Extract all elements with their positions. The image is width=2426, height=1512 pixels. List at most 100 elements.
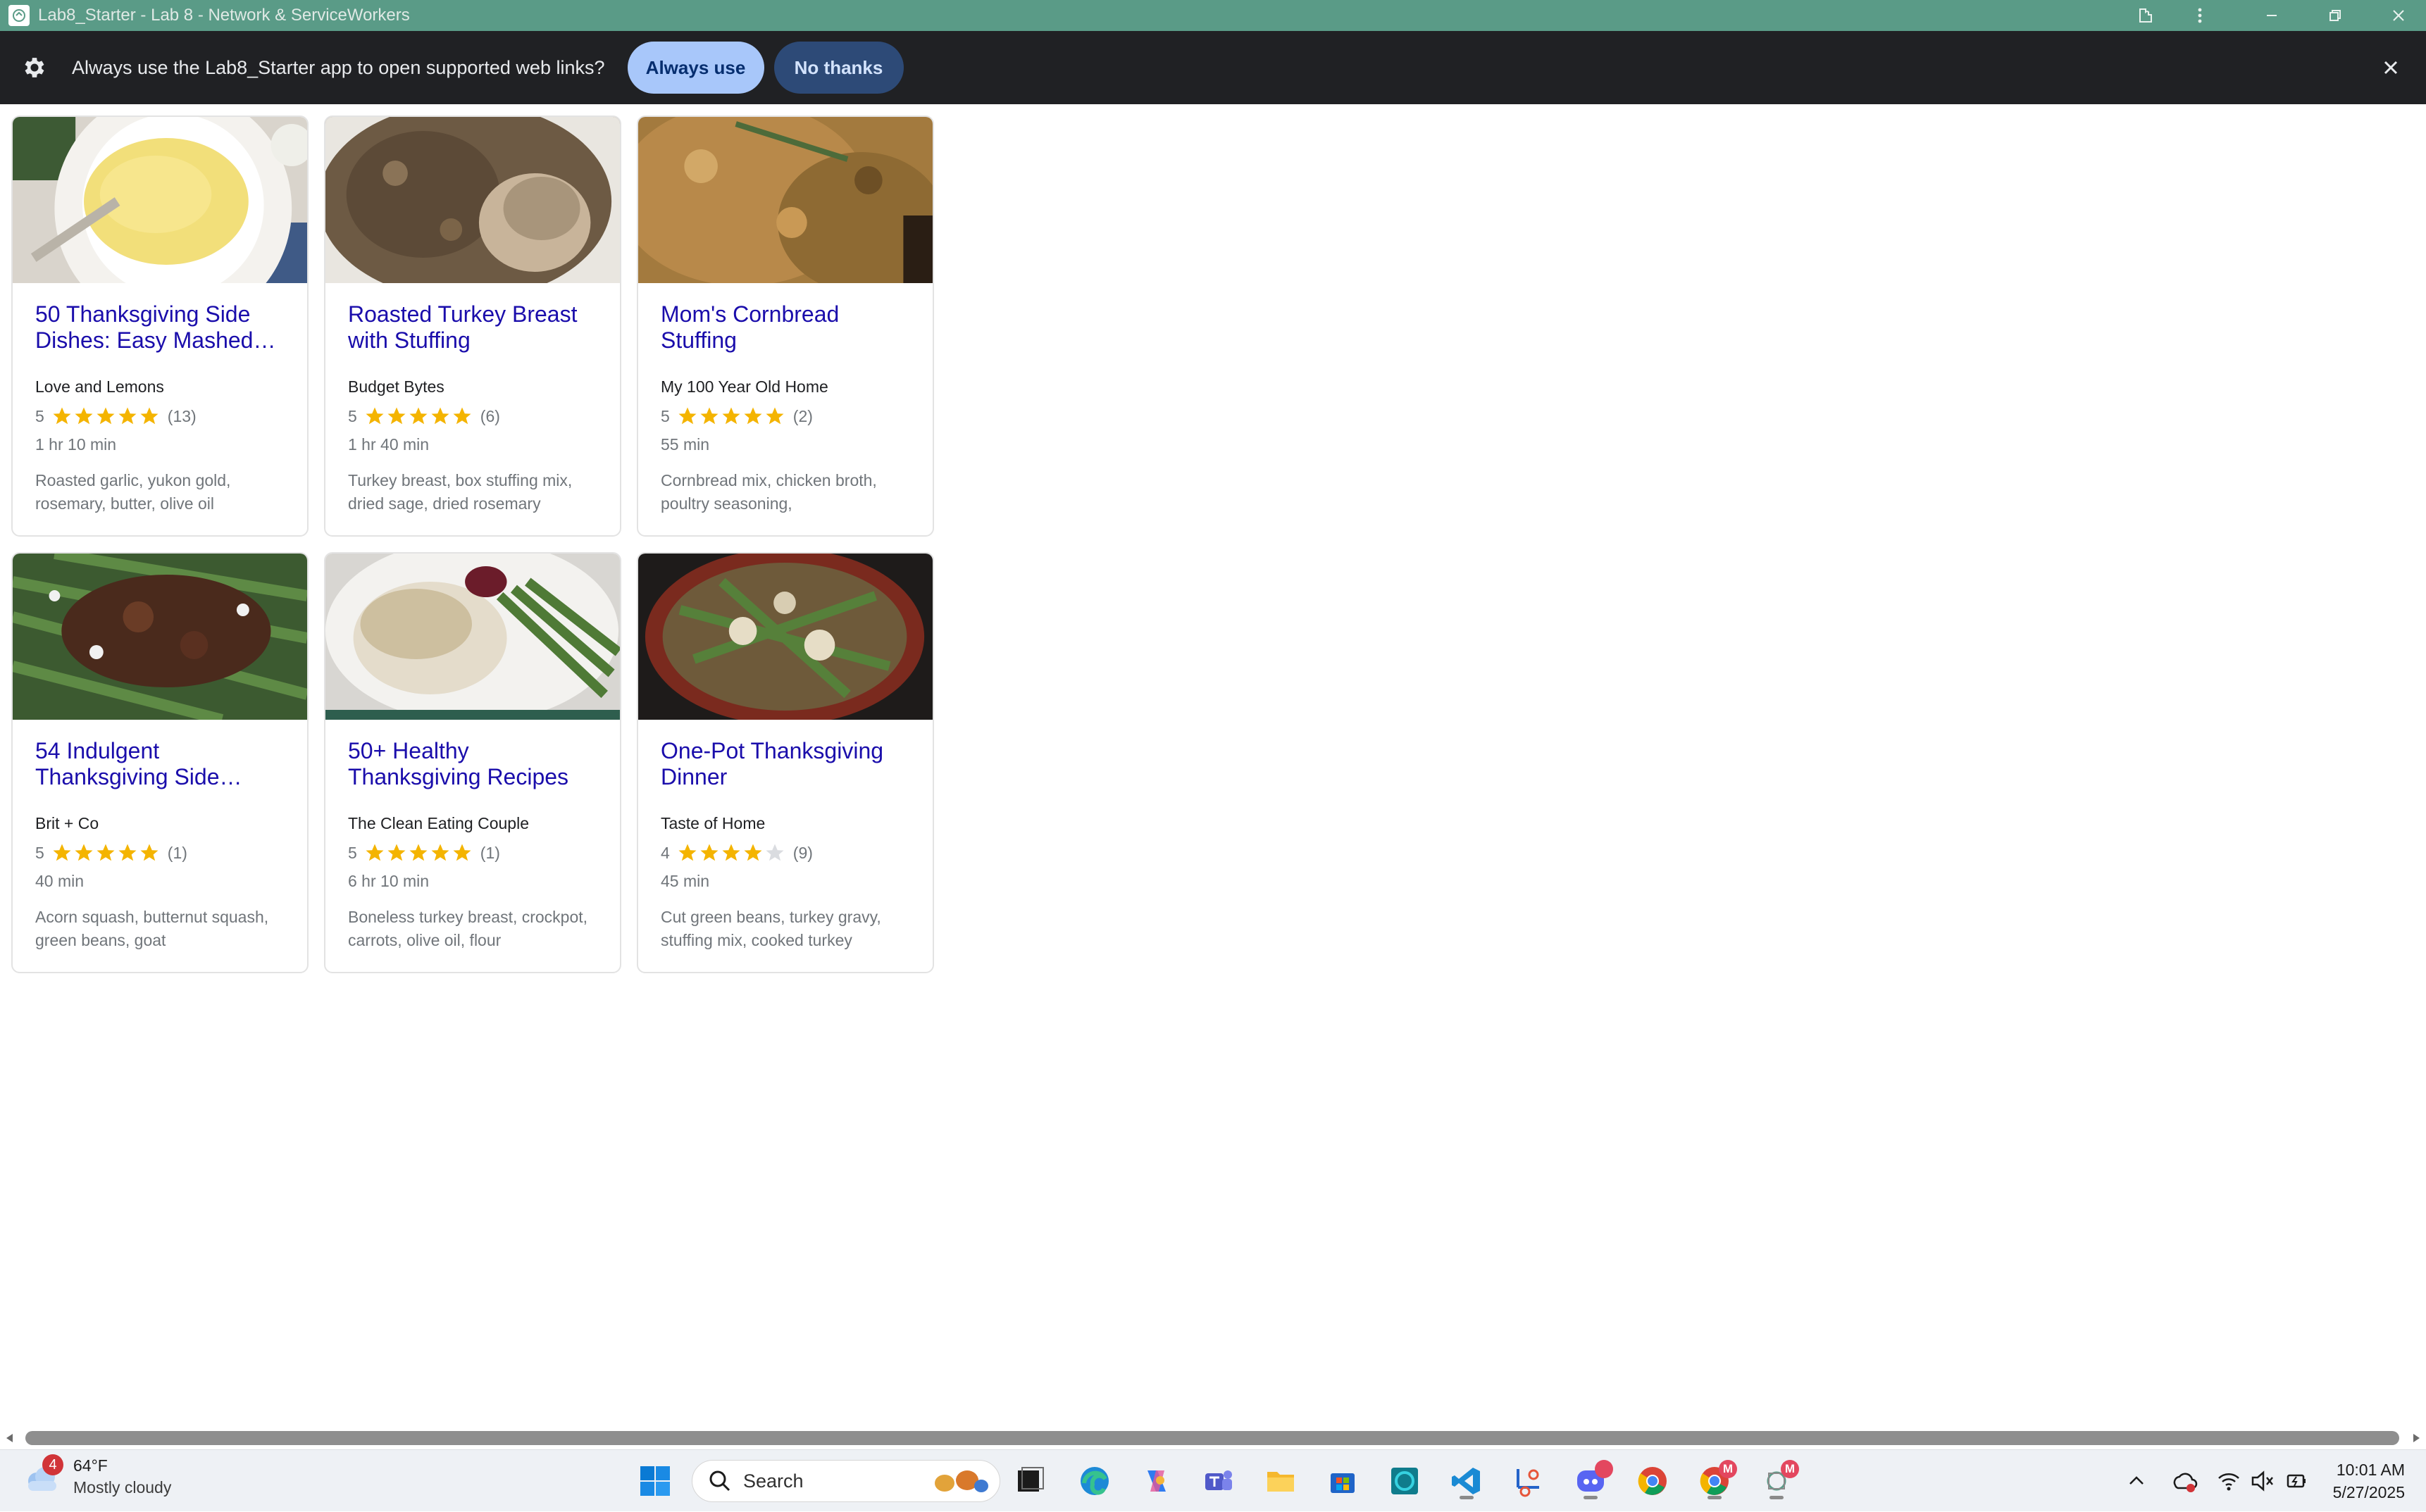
- star-filled-icon: [387, 407, 406, 425]
- copilot-icon[interactable]: [1137, 1461, 1176, 1501]
- onedrive-icon[interactable]: [2170, 1467, 2198, 1495]
- close-window-icon[interactable]: [2368, 0, 2426, 31]
- search-icon: [709, 1470, 730, 1492]
- star-filled-icon: [75, 407, 93, 425]
- restore-icon[interactable]: [2305, 0, 2365, 31]
- star-rating: [51, 842, 161, 863]
- recipe-card[interactable]: 50 Thanksgiving Side Dishes: Easy Mashed…: [11, 115, 309, 537]
- no-thanks-button[interactable]: No thanks: [773, 42, 904, 94]
- battery-icon[interactable]: [2284, 1468, 2309, 1494]
- volume-muted-icon[interactable]: [2250, 1468, 2275, 1494]
- recipe-card[interactable]: Roasted Turkey Breast with Stuffing Budg…: [324, 115, 621, 537]
- snipping-tool-icon[interactable]: [1509, 1461, 1548, 1501]
- app-circle-icon[interactable]: [1385, 1461, 1424, 1501]
- recipe-card[interactable]: Mom's Cornbread Stuffing My 100 Year Old…: [637, 115, 934, 537]
- recipe-source: My 100 Year Old Home: [661, 377, 828, 396]
- star-rating: [364, 842, 473, 863]
- star-filled-icon: [431, 844, 449, 861]
- minimize-icon[interactable]: [2241, 0, 2302, 31]
- active-indicator: [1584, 1496, 1598, 1499]
- recipe-rating: 5 (6): [348, 406, 500, 427]
- teams-icon[interactable]: [1199, 1461, 1238, 1501]
- scrollbar-thumb[interactable]: [25, 1431, 2399, 1445]
- star-filled-icon: [722, 844, 740, 861]
- recipe-title[interactable]: One-Pot Thanksgiving Dinner: [661, 738, 916, 790]
- recipe-source: Taste of Home: [661, 814, 766, 832]
- recipe-time: 55 min: [661, 435, 710, 454]
- rating-value: 4: [661, 843, 670, 862]
- task-view-icon[interactable]: [1010, 1461, 1050, 1501]
- microsoft-store-icon[interactable]: [1323, 1461, 1362, 1501]
- recipe-card[interactable]: 50+ Healthy Thanksgiving Recipes The Cle…: [324, 552, 621, 973]
- system-tray: [2126, 1450, 2309, 1512]
- taskbar: 4 64°F Mostly cloudy Search M M 10:01 AM…: [0, 1449, 2426, 1511]
- recipe-image-mashed-potatoes: [13, 117, 307, 283]
- review-count: (6): [480, 406, 500, 425]
- rating-value: 5: [35, 406, 44, 425]
- lab8-app-icon[interactable]: M: [1757, 1460, 1799, 1501]
- infobar-message: Always use the Lab8_Starter app to open …: [72, 56, 605, 78]
- extensions-icon[interactable]: [2115, 0, 2175, 31]
- star-filled-icon: [700, 844, 719, 861]
- window-title: Lab8_Starter - Lab 8 - Network & Service…: [38, 6, 410, 25]
- star-rating: [51, 406, 161, 427]
- discord-icon[interactable]: [1571, 1460, 1613, 1501]
- always-use-button[interactable]: Always use: [627, 42, 764, 94]
- close-infobar-icon[interactable]: [2375, 52, 2406, 83]
- recipe-image-cornbread-stuffing: [638, 117, 933, 283]
- profile-badge: M: [1719, 1460, 1737, 1478]
- recipe-source: The Clean Eating Couple: [348, 814, 529, 832]
- recipe-ingredients: Roasted garlic, yukon gold, rosemary, bu…: [35, 471, 231, 513]
- recipe-ingredients: Acorn squash, butternut squash, green be…: [35, 908, 269, 949]
- weather-widget[interactable]: 4 64°F Mostly cloudy: [21, 1454, 171, 1498]
- star-filled-icon: [118, 844, 137, 861]
- wifi-icon[interactable]: [2216, 1468, 2241, 1494]
- gear-icon: [25, 58, 44, 77]
- recipe-rating: 4 (9): [661, 842, 813, 863]
- scroll-right-icon[interactable]: [2411, 1432, 2422, 1444]
- weather-alert-badge: 4: [42, 1454, 63, 1475]
- star-filled-icon: [431, 407, 449, 425]
- chevron-up-icon[interactable]: [2126, 1470, 2147, 1492]
- scroll-left-icon[interactable]: [4, 1432, 15, 1444]
- recipe-title[interactable]: Mom's Cornbread Stuffing: [661, 301, 916, 354]
- chrome-profile-icon[interactable]: M: [1695, 1460, 1737, 1501]
- windows-start-icon[interactable]: [635, 1461, 675, 1501]
- rating-value: 5: [348, 406, 357, 425]
- edge-icon[interactable]: [1075, 1461, 1114, 1501]
- review-count: (13): [167, 406, 197, 425]
- recipe-source: Love and Lemons: [35, 377, 164, 396]
- active-indicator: [1769, 1496, 1784, 1499]
- vscode-icon[interactable]: [1447, 1461, 1486, 1501]
- recipe-image-one-pot-dinner: [638, 554, 933, 720]
- star-filled-icon: [744, 844, 762, 861]
- recipe-title[interactable]: 54 Indulgent Thanksgiving Side…: [35, 738, 290, 790]
- recipe-ingredients: Cut green beans, turkey gravy, stuffing …: [661, 908, 881, 949]
- star-rating: [677, 842, 786, 863]
- recipe-title[interactable]: 50 Thanksgiving Side Dishes: Easy Mashed…: [35, 301, 290, 354]
- recipe-title[interactable]: 50+ Healthy Thanksgiving Recipes: [348, 738, 603, 790]
- rating-value: 5: [35, 843, 44, 862]
- chrome-icon[interactable]: [1633, 1461, 1672, 1501]
- window-title-bar: Lab8_Starter - Lab 8 - Network & Service…: [0, 0, 2426, 31]
- review-count: (1): [480, 843, 500, 862]
- system-clock[interactable]: 10:01 AM 5/27/2025: [2333, 1458, 2405, 1504]
- more-options-icon[interactable]: [2170, 0, 2230, 31]
- star-filled-icon: [97, 407, 115, 425]
- search-label: Search: [743, 1470, 804, 1492]
- taskbar-search[interactable]: Search: [692, 1460, 1000, 1502]
- file-explorer-icon[interactable]: [1261, 1461, 1300, 1501]
- recipe-ingredients: Turkey breast, box stuffing mix, dried s…: [348, 471, 573, 513]
- star-filled-icon: [722, 407, 740, 425]
- recipe-card[interactable]: 54 Indulgent Thanksgiving Side… Brit + C…: [11, 552, 309, 973]
- star-filled-icon: [453, 844, 471, 861]
- recipe-title[interactable]: Roasted Turkey Breast with Stuffing: [348, 301, 603, 354]
- app-profile-badge: M: [1781, 1460, 1799, 1478]
- clock-date: 5/27/2025: [2332, 1483, 2405, 1501]
- horizontal-scrollbar[interactable]: [0, 1427, 2426, 1449]
- recipe-card[interactable]: One-Pot Thanksgiving Dinner Taste of Hom…: [637, 552, 934, 973]
- star-filled-icon: [75, 844, 93, 861]
- star-filled-icon: [700, 407, 719, 425]
- star-filled-icon: [409, 844, 428, 861]
- recipe-rating: 5 (2): [661, 406, 813, 427]
